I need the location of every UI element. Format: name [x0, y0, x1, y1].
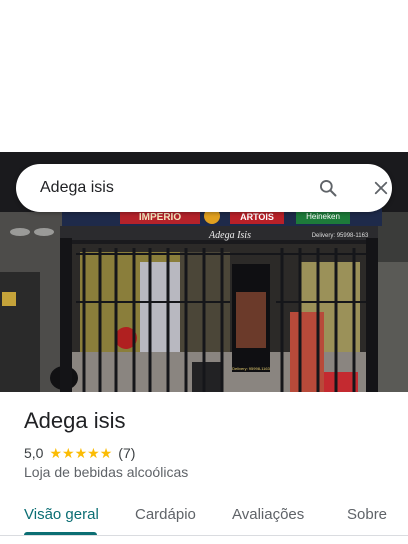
rating-value: 5,0 — [24, 445, 44, 461]
map-area — [0, 0, 408, 152]
search-bar[interactable]: Adega isis — [16, 164, 392, 212]
place-page: IMPERIO ARTOIS Heineken Adega Isis Deliv… — [0, 0, 408, 544]
star-icon: ★ — [74, 445, 88, 461]
brand-sign-text: Heineken — [306, 212, 340, 221]
tab-about[interactable]: Sobre — [347, 506, 387, 523]
star-icon: ★ — [99, 445, 113, 461]
clear-search-button[interactable] — [369, 176, 393, 200]
place-title: Adega isis — [24, 408, 126, 433]
star-icon: ★ — [62, 445, 75, 461]
place-category: Loja de bebidas alcoólicas — [24, 464, 189, 480]
tab-reviews[interactable]: Avaliações — [232, 506, 304, 523]
close-icon — [374, 181, 388, 195]
delivery-sign-text: Delivery: 95998-1163 — [312, 233, 369, 239]
star-icon: ★ — [49, 445, 63, 461]
banner-left-text: IMPERIO — [139, 212, 181, 223]
banner-right-text: ARTOIS — [240, 212, 274, 222]
star-rating: ★ ★ ★ ★ ★ — [49, 446, 112, 460]
star-icon: ★ — [87, 445, 100, 461]
tabs-divider — [0, 535, 408, 536]
review-count[interactable]: (7) — [118, 445, 135, 461]
store-sign-text: Adega Isis — [208, 230, 251, 241]
tab-menu[interactable]: Cardápio — [135, 506, 196, 523]
tab-overview[interactable]: Visão geral — [24, 506, 99, 523]
rating-row[interactable]: 5,0 ★ ★ ★ ★ ★ (7) — [24, 444, 135, 462]
menu-board-text: Delivery: 95998-1163 — [232, 366, 271, 371]
place-tabs: Visão geral Cardápio Avaliações Sobre — [0, 496, 408, 536]
search-icon — [320, 180, 337, 197]
search-button[interactable] — [316, 176, 340, 200]
